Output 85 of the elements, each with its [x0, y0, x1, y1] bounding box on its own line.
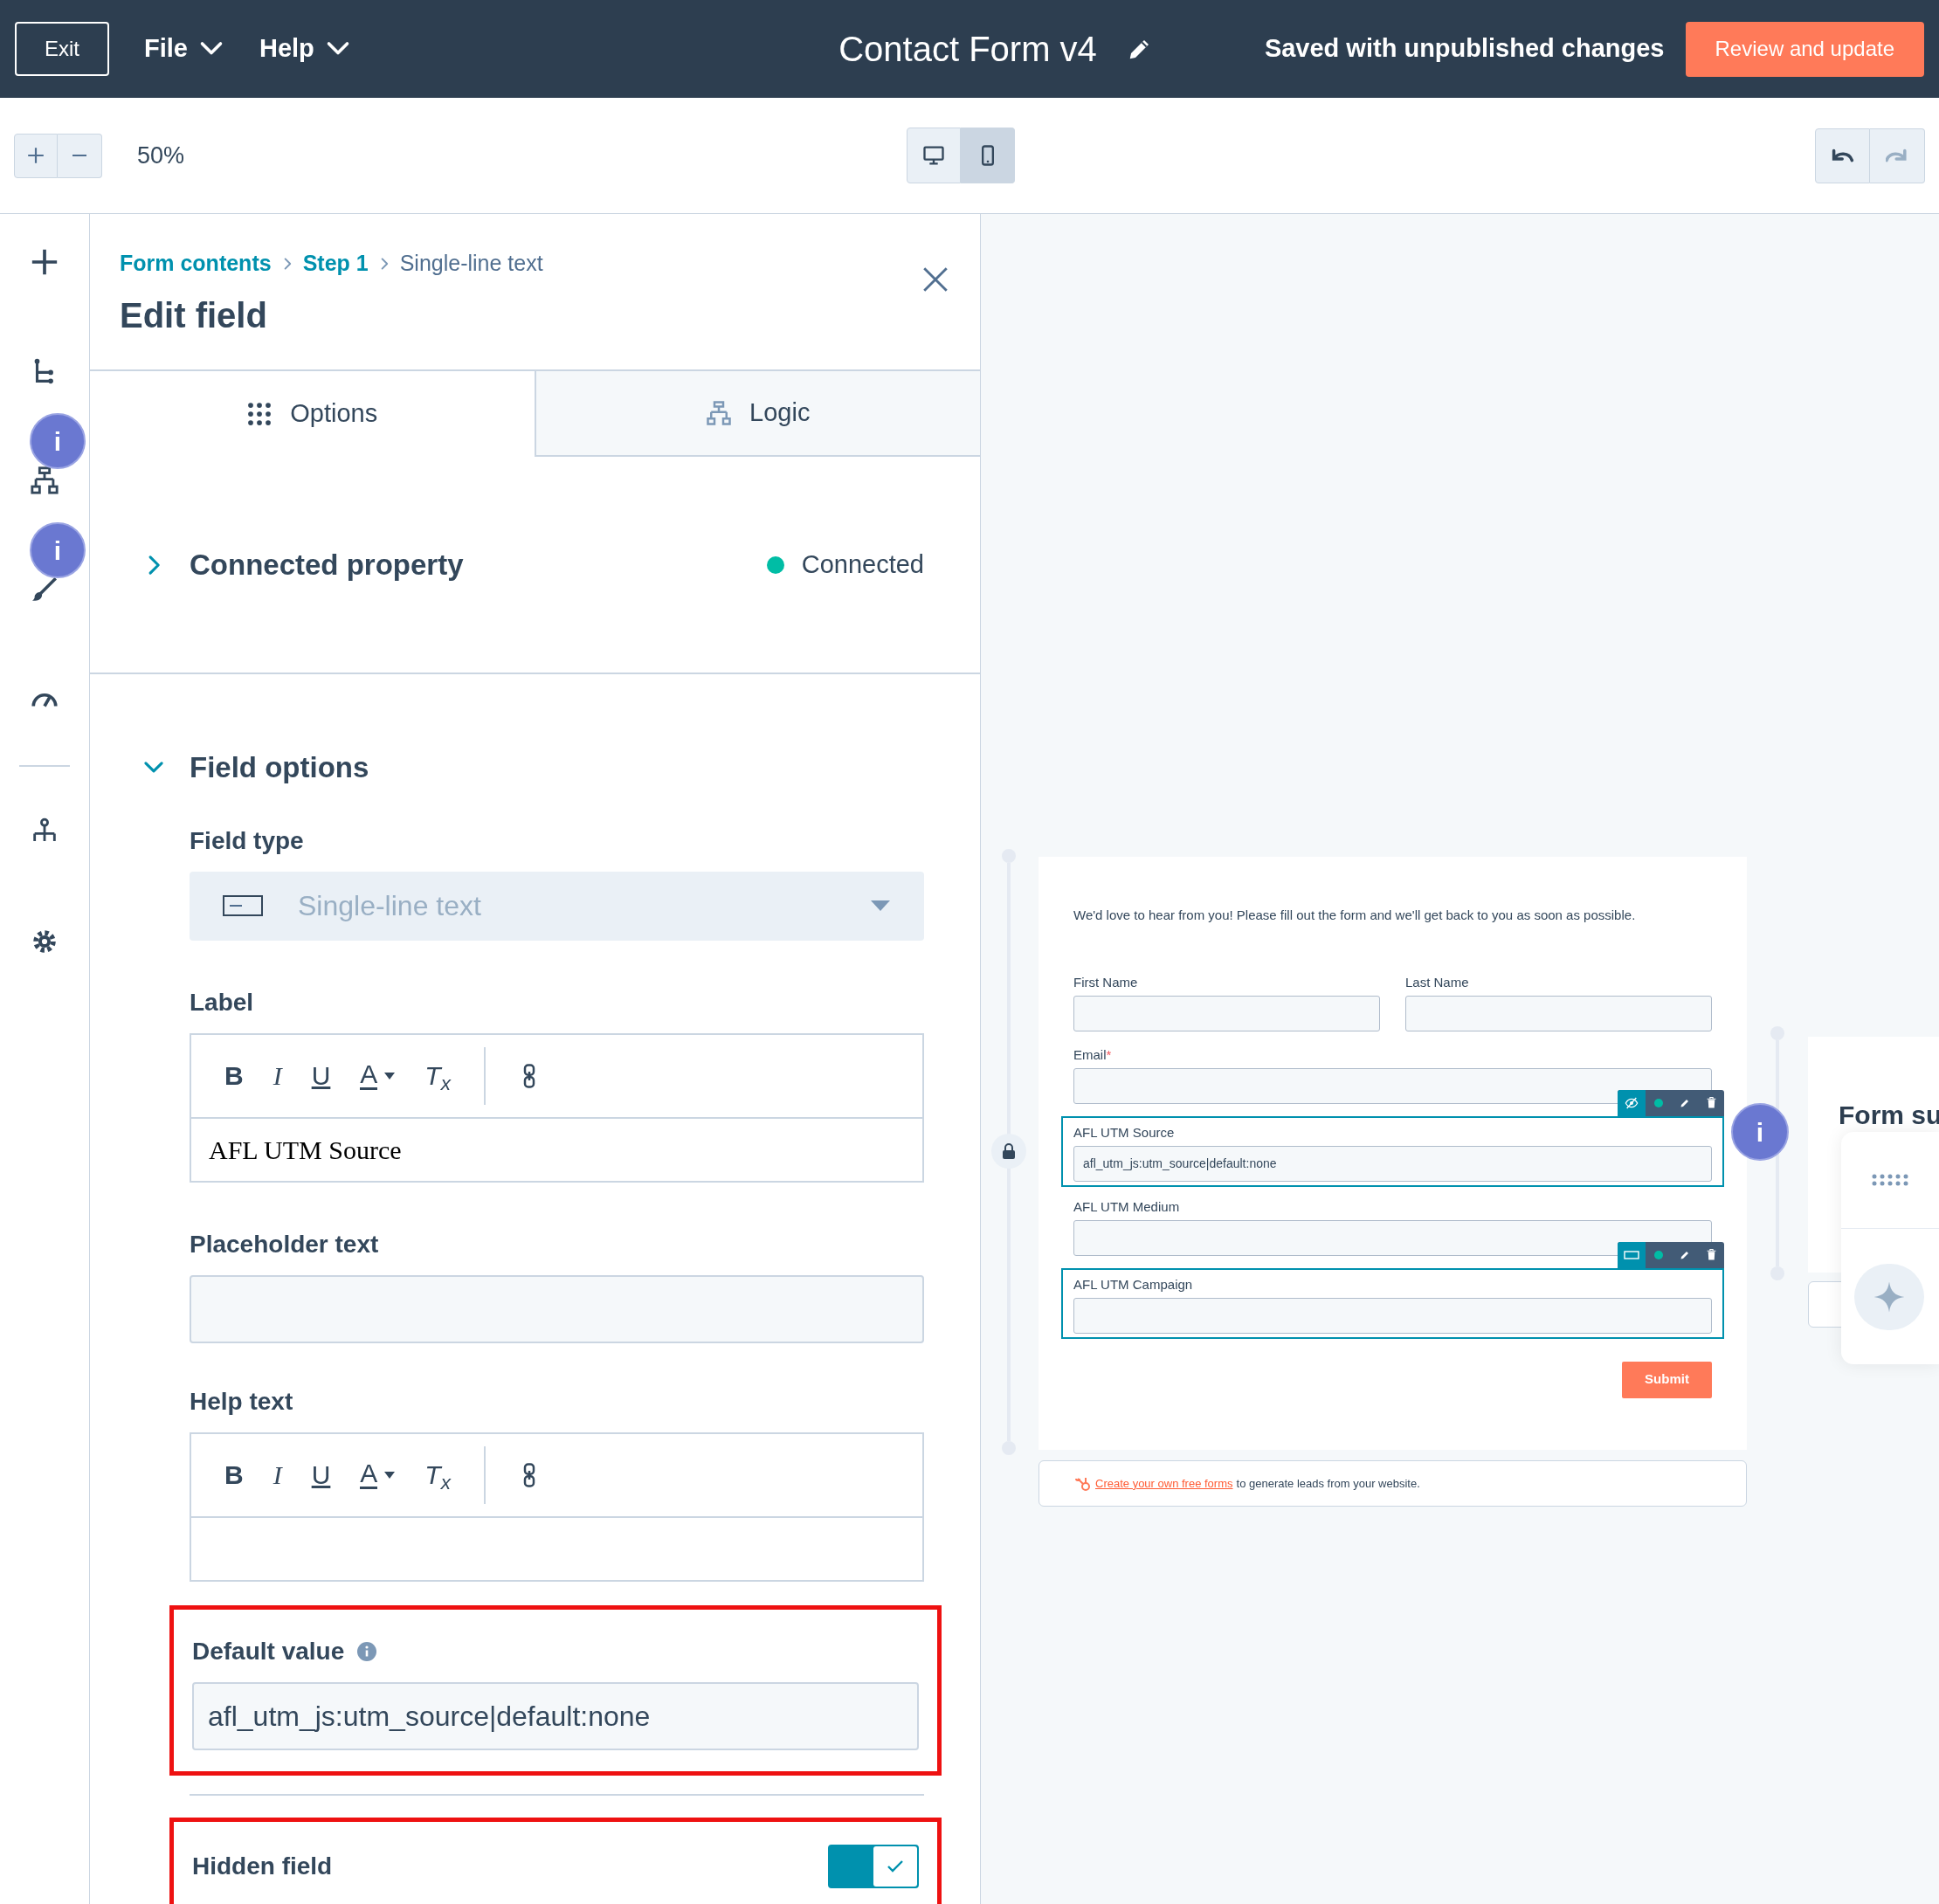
- trash-icon[interactable]: [1706, 1097, 1716, 1108]
- device-toggle[interactable]: [961, 128, 1015, 183]
- color-button[interactable]: A: [355, 1460, 401, 1489]
- italic-button[interactable]: I: [267, 1455, 287, 1494]
- section-toggle[interactable]: Connected property: [142, 542, 464, 587]
- status-label: Connected: [801, 548, 924, 580]
- breadcrumb-link[interactable]: Form contents: [120, 247, 272, 280]
- menu-button[interactable]: Help: [259, 30, 351, 68]
- minus-icon: [71, 155, 88, 156]
- plus-icon: [26, 146, 45, 165]
- close-button[interactable]: [921, 265, 950, 294]
- input-field[interactable]: afl_utm_js:utm_source|default:none: [192, 1681, 919, 1750]
- breadcrumb-link[interactable]: Step 1: [302, 247, 369, 280]
- form-intro: We'd love to hear from you! Please fill out the form and we'll get back to you as soon as possible.: [1073, 907, 1637, 924]
- underline-button[interactable]: U: [306, 1056, 336, 1095]
- italic-button[interactable]: I: [267, 1056, 287, 1095]
- field-label: Help text: [190, 1386, 294, 1417]
- undo-icon: [1831, 148, 1854, 162]
- eye-slash-icon: [1625, 1096, 1639, 1109]
- panel-title: Edit field: [120, 294, 268, 336]
- field-label: AFL UTM Campaign: [1073, 1275, 1194, 1293]
- field-type-indicator[interactable]: [1618, 1241, 1646, 1268]
- pencil-icon[interactable]: [1680, 1249, 1690, 1260]
- bold-button[interactable]: B: [219, 1455, 249, 1494]
- exit-button[interactable]: Exit: [15, 22, 109, 76]
- text-field-icon: [223, 895, 263, 916]
- color-button[interactable]: A: [355, 1061, 401, 1090]
- pencil-icon[interactable]: [1680, 1097, 1690, 1108]
- save-status: Saved with unpublished changes: [1264, 33, 1665, 65]
- redo-icon: [1886, 148, 1908, 162]
- form-title: Contact Form v4: [838, 29, 1097, 70]
- lock-icon: [1002, 1143, 1016, 1159]
- flowchart-icon: [706, 400, 733, 426]
- field-label: Default value: [192, 1636, 345, 1666]
- field-label: First Name: [1073, 973, 1139, 990]
- info-badge[interactable]: i: [30, 522, 86, 578]
- link-icon: [521, 1062, 536, 1089]
- field-label: Label: [190, 987, 255, 1018]
- plus-icon: [30, 247, 59, 277]
- trash-icon[interactable]: [1706, 1249, 1716, 1260]
- rail-button[interactable]: [29, 469, 60, 492]
- zoom-in-button[interactable]: [14, 133, 58, 178]
- menu-button[interactable]: File: [144, 30, 224, 68]
- caret-down-icon: [384, 1072, 396, 1080]
- input-field[interactable]: [190, 1274, 924, 1343]
- clear-button[interactable]: T$_{x}$: [419, 1455, 456, 1494]
- link-icon: [521, 1461, 536, 1488]
- underline-button[interactable]: U: [306, 1455, 336, 1494]
- status-dot-icon: [1654, 1098, 1663, 1107]
- input-field[interactable]: [1073, 1219, 1712, 1256]
- footer-text: to generate leads from your website.: [1236, 1475, 1420, 1492]
- input-field[interactable]: [1073, 1297, 1712, 1334]
- input-field[interactable]: [1405, 995, 1712, 1031]
- field-label: Email*: [1073, 1045, 1113, 1063]
- input-field[interactable]: [1808, 1281, 1843, 1328]
- breadcrumb-current: Single-line text: [399, 250, 543, 277]
- input-field[interactable]: [1073, 1067, 1712, 1104]
- flowchart-icon: [30, 466, 59, 495]
- rich-text-field[interactable]: AFL UTM Source: [191, 1118, 922, 1181]
- grip-dots-icon[interactable]: [1872, 1173, 1910, 1187]
- input-field[interactable]: [1073, 995, 1380, 1031]
- input-field[interactable]: afl_utm_js:utm_source|default:none: [1073, 1145, 1712, 1182]
- tab[interactable]: Logic: [534, 371, 980, 457]
- undo-button[interactable]: [1815, 128, 1870, 183]
- zoom-level: 50%: [137, 141, 185, 170]
- grid-icon: [246, 401, 273, 427]
- clear-button[interactable]: T$_{x}$: [419, 1056, 456, 1095]
- status-dot-icon: [1654, 1250, 1663, 1259]
- field-label: Hidden field: [192, 1851, 334, 1881]
- field-label: Placeholder text: [190, 1229, 380, 1259]
- info-icon: [356, 1640, 378, 1662]
- caret-down-icon: [870, 900, 891, 912]
- bold-button[interactable]: B: [219, 1056, 249, 1095]
- close-icon: [921, 265, 950, 294]
- text-field-icon: [1624, 1250, 1639, 1259]
- visibility-toggle[interactable]: [1618, 1089, 1646, 1116]
- info-badge[interactable]: i: [30, 413, 86, 469]
- toggle-switch[interactable]: [828, 1844, 919, 1888]
- device-toggle[interactable]: [907, 128, 961, 183]
- caret-down-icon: [384, 1471, 396, 1479]
- field-label: AFL UTM Source: [1073, 1123, 1176, 1141]
- field-label: Field type: [190, 825, 305, 856]
- field-label: Last Name: [1405, 973, 1470, 990]
- section-toggle[interactable]: Field options: [142, 746, 369, 790]
- field-label: AFL UTM Medium: [1073, 1197, 1181, 1215]
